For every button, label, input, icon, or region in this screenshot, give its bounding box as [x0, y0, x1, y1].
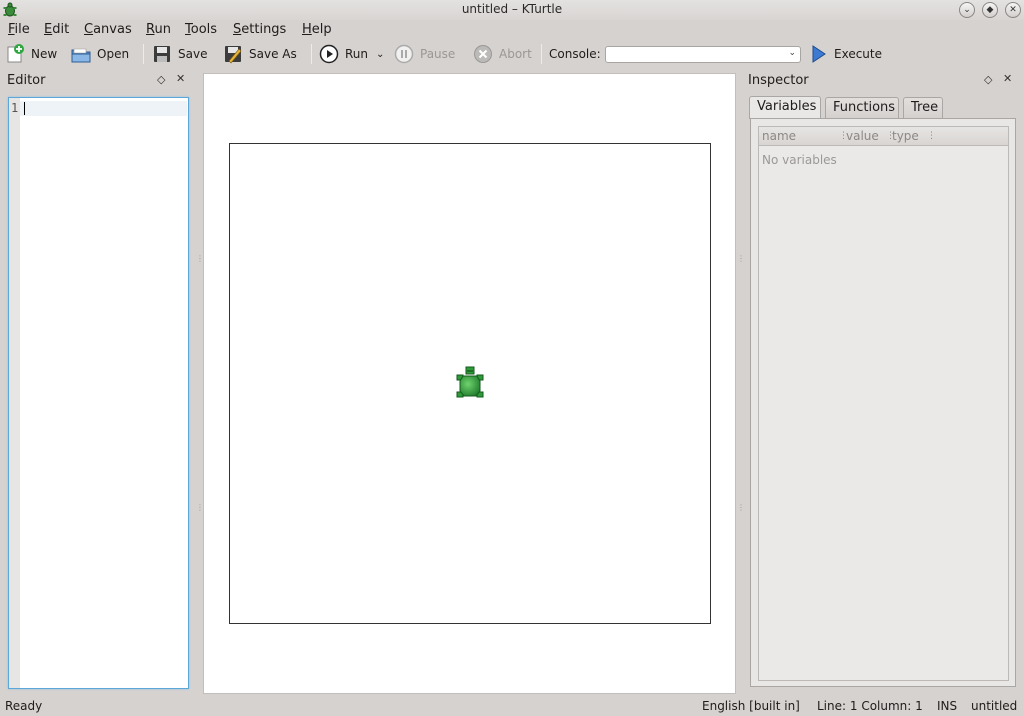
console-label: Console: — [549, 47, 601, 61]
play-icon — [319, 44, 339, 64]
menu-canvas[interactable]: Canvas — [84, 22, 132, 37]
column-header-type[interactable]: type — [892, 129, 919, 143]
inspector-dock-title: Inspector — [748, 73, 809, 88]
open-button[interactable]: Open — [71, 43, 129, 65]
canvas-view[interactable] — [203, 73, 736, 694]
maximize-icon[interactable]: ◆ — [982, 2, 998, 18]
toolbar-separator — [541, 44, 542, 64]
empty-list-message: No variables — [762, 153, 837, 167]
current-line-highlight — [20, 101, 187, 116]
status-insert-mode: INS — [937, 699, 958, 713]
editor-dock-title: Editor — [7, 73, 46, 88]
minimize-icon[interactable]: ⌄ — [959, 2, 975, 18]
float-icon[interactable]: ◇ — [984, 73, 992, 86]
menu-settings[interactable]: Settings — [233, 22, 286, 37]
save-as-button[interactable]: Save As — [223, 43, 297, 65]
save-icon — [154, 46, 170, 62]
menu-tools[interactable]: Tools — [185, 22, 217, 37]
line-number: 1 — [11, 101, 19, 115]
tab-tree[interactable]: Tree — [903, 97, 943, 119]
text-cursor — [24, 102, 25, 115]
menu-help[interactable]: Help — [302, 22, 332, 37]
float-icon[interactable]: ◇ — [157, 73, 165, 86]
title-bar: untitled – KTurtle ⌄ ◆ ✕ — [0, 0, 1024, 20]
line-number-gutter — [9, 98, 20, 688]
pause-label: Pause — [420, 47, 456, 61]
open-label: Open — [97, 47, 130, 61]
execute-button[interactable]: Execute — [810, 43, 882, 65]
chevron-down-icon[interactable]: ⌄ — [788, 48, 796, 58]
run-speed-dropdown[interactable]: ⌄ — [376, 43, 384, 65]
abort-icon — [474, 45, 492, 63]
execute-label: Execute — [834, 47, 882, 61]
run-button[interactable]: Run — [319, 43, 368, 65]
open-folder-icon — [71, 48, 91, 63]
tab-functions[interactable]: Functions — [825, 97, 899, 119]
column-resize-handle[interactable]: ⋮ — [927, 131, 936, 141]
console-input[interactable]: ⌄ — [605, 46, 801, 63]
status-language: English [built in] — [702, 699, 800, 713]
execute-arrow-icon — [812, 45, 826, 63]
tab-variables[interactable]: Variables — [749, 96, 821, 119]
close-icon[interactable]: ✕ — [1003, 72, 1012, 85]
new-document-icon — [7, 44, 24, 63]
chevron-down-icon: ⌄ — [376, 48, 385, 60]
window-title: untitled – KTurtle — [461, 2, 563, 16]
abort-button[interactable]: Abort — [473, 43, 532, 65]
save-button[interactable]: Save — [152, 43, 207, 65]
save-label: Save — [178, 47, 208, 61]
status-cursor-position: Line: 1 Column: 1 — [817, 699, 923, 713]
turtle-canvas[interactable] — [229, 143, 711, 624]
new-label: New — [31, 47, 58, 61]
main-toolbar: New Open Save Save As Run ⌄ Pause Abort … — [0, 40, 1024, 68]
column-header-value[interactable]: value — [846, 129, 879, 143]
list-header: name ⋮ value ⋮ type ⋮ — [759, 127, 1008, 146]
pause-button[interactable]: Pause — [394, 43, 455, 65]
abort-label: Abort — [499, 47, 532, 61]
save-as-label: Save As — [249, 47, 297, 61]
status-bar: Ready English [built in] Line: 1 Column:… — [0, 697, 1024, 716]
turtle-icon — [456, 366, 484, 398]
close-icon[interactable]: ✕ — [176, 72, 185, 85]
save-as-icon — [225, 46, 242, 64]
code-editor[interactable]: 1 — [8, 97, 189, 689]
run-label: Run — [345, 47, 369, 61]
menu-bar: File Edit Canvas Run Tools Settings Help — [0, 20, 1024, 40]
new-button[interactable]: New — [5, 43, 57, 65]
menu-run[interactable]: Run — [146, 22, 171, 37]
status-message: Ready — [5, 699, 43, 713]
column-header-name[interactable]: name — [762, 129, 796, 143]
toolbar-separator — [311, 44, 312, 64]
splitter-handle[interactable]: ⋮ — [737, 503, 745, 512]
splitter-handle[interactable]: ⋮ — [737, 254, 745, 263]
menu-file[interactable]: File — [8, 22, 30, 37]
toolbar-separator — [143, 44, 144, 64]
inspector-panel: name ⋮ value ⋮ type ⋮ No variables — [750, 118, 1016, 687]
close-icon[interactable]: ✕ — [1005, 2, 1021, 18]
menu-edit[interactable]: Edit — [44, 22, 69, 37]
variables-list[interactable]: name ⋮ value ⋮ type ⋮ No variables — [758, 126, 1009, 681]
pause-icon — [394, 44, 414, 64]
status-filename: untitled — [971, 699, 1018, 713]
